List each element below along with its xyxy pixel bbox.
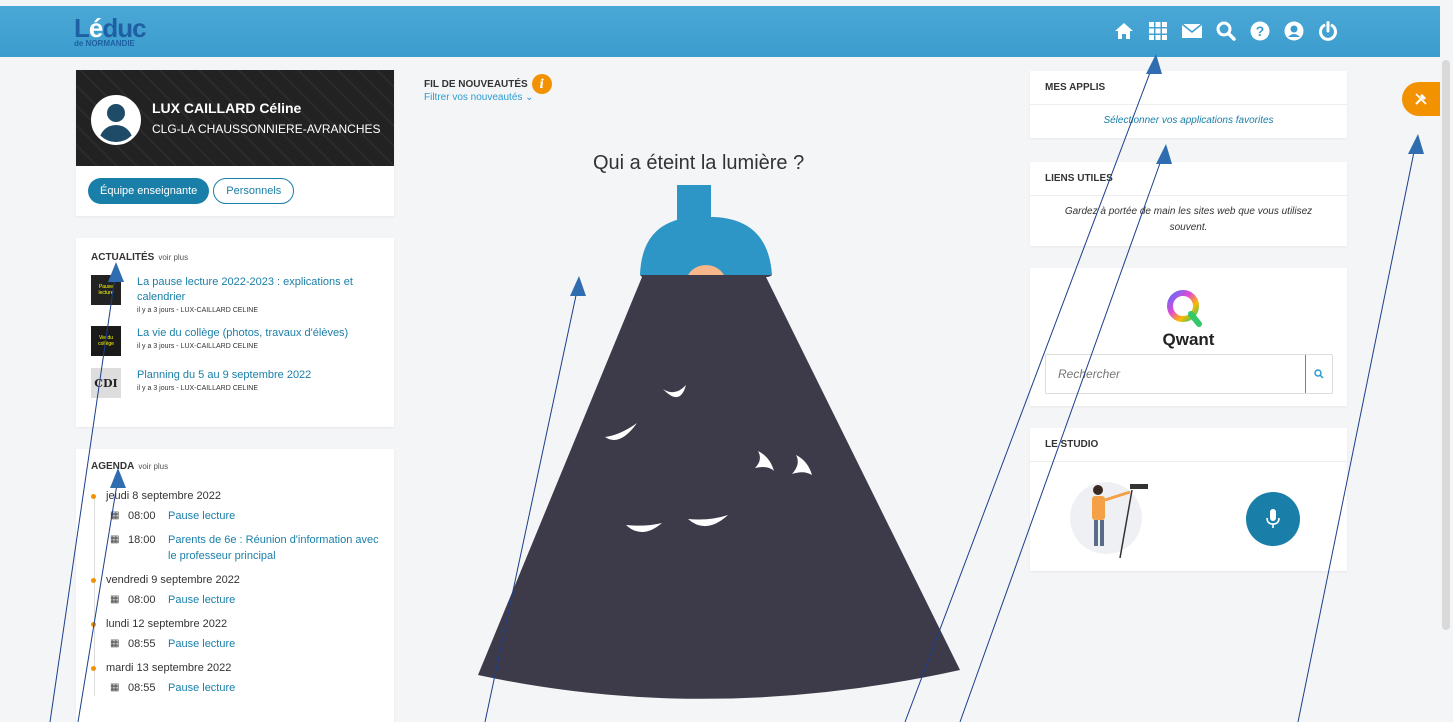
record-button[interactable] — [1246, 492, 1300, 546]
news-more-link[interactable]: voir plus — [158, 253, 188, 262]
power-icon[interactable] — [1316, 18, 1340, 44]
tools-icon — [1415, 93, 1427, 105]
logo-text: Léduc — [74, 13, 147, 43]
news-link[interactable]: Planning du 5 au 9 septembre 2022 — [137, 368, 311, 383]
calendar-icon: ▦ — [110, 638, 120, 649]
search-icon[interactable] — [1214, 18, 1238, 44]
top-icons: ? — [1112, 18, 1340, 44]
agenda-day: vendredi 9 septembre 2022 — [91, 574, 379, 586]
apps-grid-icon[interactable] — [1146, 18, 1170, 44]
news-meta: il y a 3 jours - LUX-CAILLARD CELINE — [137, 343, 258, 350]
news-thumbnail: Pause lecture — [91, 275, 121, 305]
page-scrollbar[interactable] — [1442, 60, 1450, 630]
feed-title: FIL DE NOUVEAUTÉS i — [424, 74, 552, 94]
avatar[interactable] — [91, 95, 141, 145]
news-card: ACTUALITÉS voir plus Pause lecture La pau… — [76, 238, 394, 427]
news-meta: il y a 3 jours - LUX-CAILLARD CELINE — [137, 385, 258, 392]
event-title[interactable]: Pause lecture — [168, 508, 379, 524]
user-icon[interactable] — [1282, 18, 1306, 44]
studio-illustration — [1070, 482, 1148, 559]
select-favorite-apps-link[interactable]: Sélectionner vos applications favorites — [1030, 105, 1347, 136]
list-item[interactable]: CDI Planning du 5 au 9 septembre 2022 il… — [91, 368, 379, 398]
event-title[interactable]: Pause lecture — [168, 592, 379, 608]
qwant-logo-icon — [1167, 290, 1202, 327]
logo-subtitle: de NORMANDIE — [74, 39, 135, 48]
calendar-icon: ▦ — [110, 510, 120, 521]
event-time: 08:55 — [128, 638, 156, 650]
mail-icon[interactable] — [1180, 18, 1204, 44]
info-icon[interactable]: i — [531, 74, 552, 94]
useful-links-card: LIENS UTILES Gardez à portée de main les… — [1030, 162, 1347, 246]
agenda-event[interactable]: ▦ 08:00 Pause lecture — [110, 592, 379, 608]
agenda-day: lundi 12 septembre 2022 — [91, 618, 379, 630]
news-thumbnail: Vie du collège — [91, 326, 121, 356]
chevron-down-icon: ⌄ — [525, 92, 534, 103]
agenda-day: jeudi 8 septembre 2022 — [91, 490, 379, 502]
list-item[interactable]: Vie du collège La vie du collège (photos… — [91, 326, 379, 356]
event-title[interactable]: Pause lecture — [168, 636, 379, 652]
apps-title: MES APPLIS — [1030, 71, 1347, 105]
agenda-more-link[interactable]: voir plus — [138, 462, 168, 471]
list-item[interactable]: Pause lecture La pause lecture 2022-2023… — [91, 275, 379, 314]
event-title[interactable]: Pause lecture — [168, 680, 379, 696]
calendar-icon: ▦ — [110, 534, 120, 545]
event-time: 08:00 — [128, 510, 156, 522]
agenda-event[interactable]: ▦ 08:55 Pause lecture — [110, 680, 379, 696]
svg-text:?: ? — [1256, 23, 1265, 39]
home-icon[interactable] — [1112, 18, 1136, 44]
qwant-name: Qwant — [1162, 330, 1215, 349]
profile-name: LUX CAILLARD Céline — [152, 100, 302, 116]
news-link[interactable]: La vie du collège (photos, travaux d'élè… — [137, 326, 348, 341]
qwant-search-input[interactable] — [1046, 355, 1304, 393]
search-button[interactable] — [1305, 355, 1332, 393]
agenda-list: jeudi 8 septembre 2022 ▦ 08:00 Pause lec… — [91, 490, 379, 696]
empty-feed-illustration — [478, 185, 960, 699]
studio-card: LE STUDIO — [1030, 428, 1347, 571]
qwant-card: Qwant — [1030, 268, 1347, 406]
search-icon — [1314, 369, 1324, 379]
agenda-day: mardi 13 septembre 2022 — [91, 662, 379, 674]
staff-button[interactable]: Personnels — [213, 178, 295, 204]
calendar-icon: ▦ — [110, 682, 120, 693]
apps-card: MES APPLIS Sélectionner vos applications… — [1030, 71, 1347, 138]
feed-filter-link[interactable]: Filtrer vos nouveautés ⌄ — [424, 92, 534, 103]
top-bar: Léduc de NORMANDIE ? — [0, 6, 1440, 57]
agenda-event[interactable]: ▦ 08:00 Pause lecture — [110, 508, 379, 524]
leduc-logo[interactable]: Léduc de NORMANDIE — [74, 13, 147, 48]
agenda-event[interactable]: ▦ 08:55 Pause lecture — [110, 636, 379, 652]
profile-card: LUX CAILLARD Céline CLG-LA CHAUSSONNIERE… — [76, 70, 394, 216]
news-meta: il y a 3 jours - LUX-CAILLARD CELINE — [137, 307, 258, 314]
help-icon[interactable]: ? — [1248, 18, 1272, 44]
event-time: 18:00 — [128, 534, 156, 546]
profile-school: CLG-LA CHAUSSONNIERE-AVRANCHES — [152, 122, 381, 136]
tools-button[interactable] — [1402, 82, 1440, 116]
useful-links-title: LIENS UTILES — [1030, 162, 1347, 196]
event-time: 08:55 — [128, 682, 156, 694]
useful-links-text: Gardez à portée de main les sites web qu… — [1064, 206, 1313, 233]
event-title[interactable]: Parents de 6e : Réunion d'information av… — [168, 532, 379, 564]
qwant-search-box — [1045, 354, 1333, 394]
calendar-icon: ▦ — [110, 594, 120, 605]
agenda-title: AGENDA voir plus — [91, 461, 169, 472]
news-title: ACTUALITÉS voir plus — [91, 252, 189, 263]
news-link[interactable]: La pause lecture 2022-2023 : explication… — [137, 275, 379, 305]
news-thumbnail: CDI — [91, 368, 121, 398]
teaching-team-button[interactable]: Équipe enseignante — [88, 178, 210, 204]
event-time: 08:00 — [128, 594, 156, 606]
agenda-event[interactable]: ▦ 18:00 Parents de 6e : Réunion d'inform… — [110, 532, 379, 564]
studio-title: LE STUDIO — [1030, 428, 1347, 462]
empty-feed-title: Qui a éteint la lumière ? — [593, 152, 805, 174]
microphone-icon — [1266, 509, 1280, 528]
profile-banner: LUX CAILLARD Céline CLG-LA CHAUSSONNIERE… — [76, 70, 394, 166]
profile-buttons: Équipe enseignante Personnels — [76, 166, 394, 216]
agenda-card: AGENDA voir plus jeudi 8 septembre 2022 ▦… — [76, 449, 394, 722]
